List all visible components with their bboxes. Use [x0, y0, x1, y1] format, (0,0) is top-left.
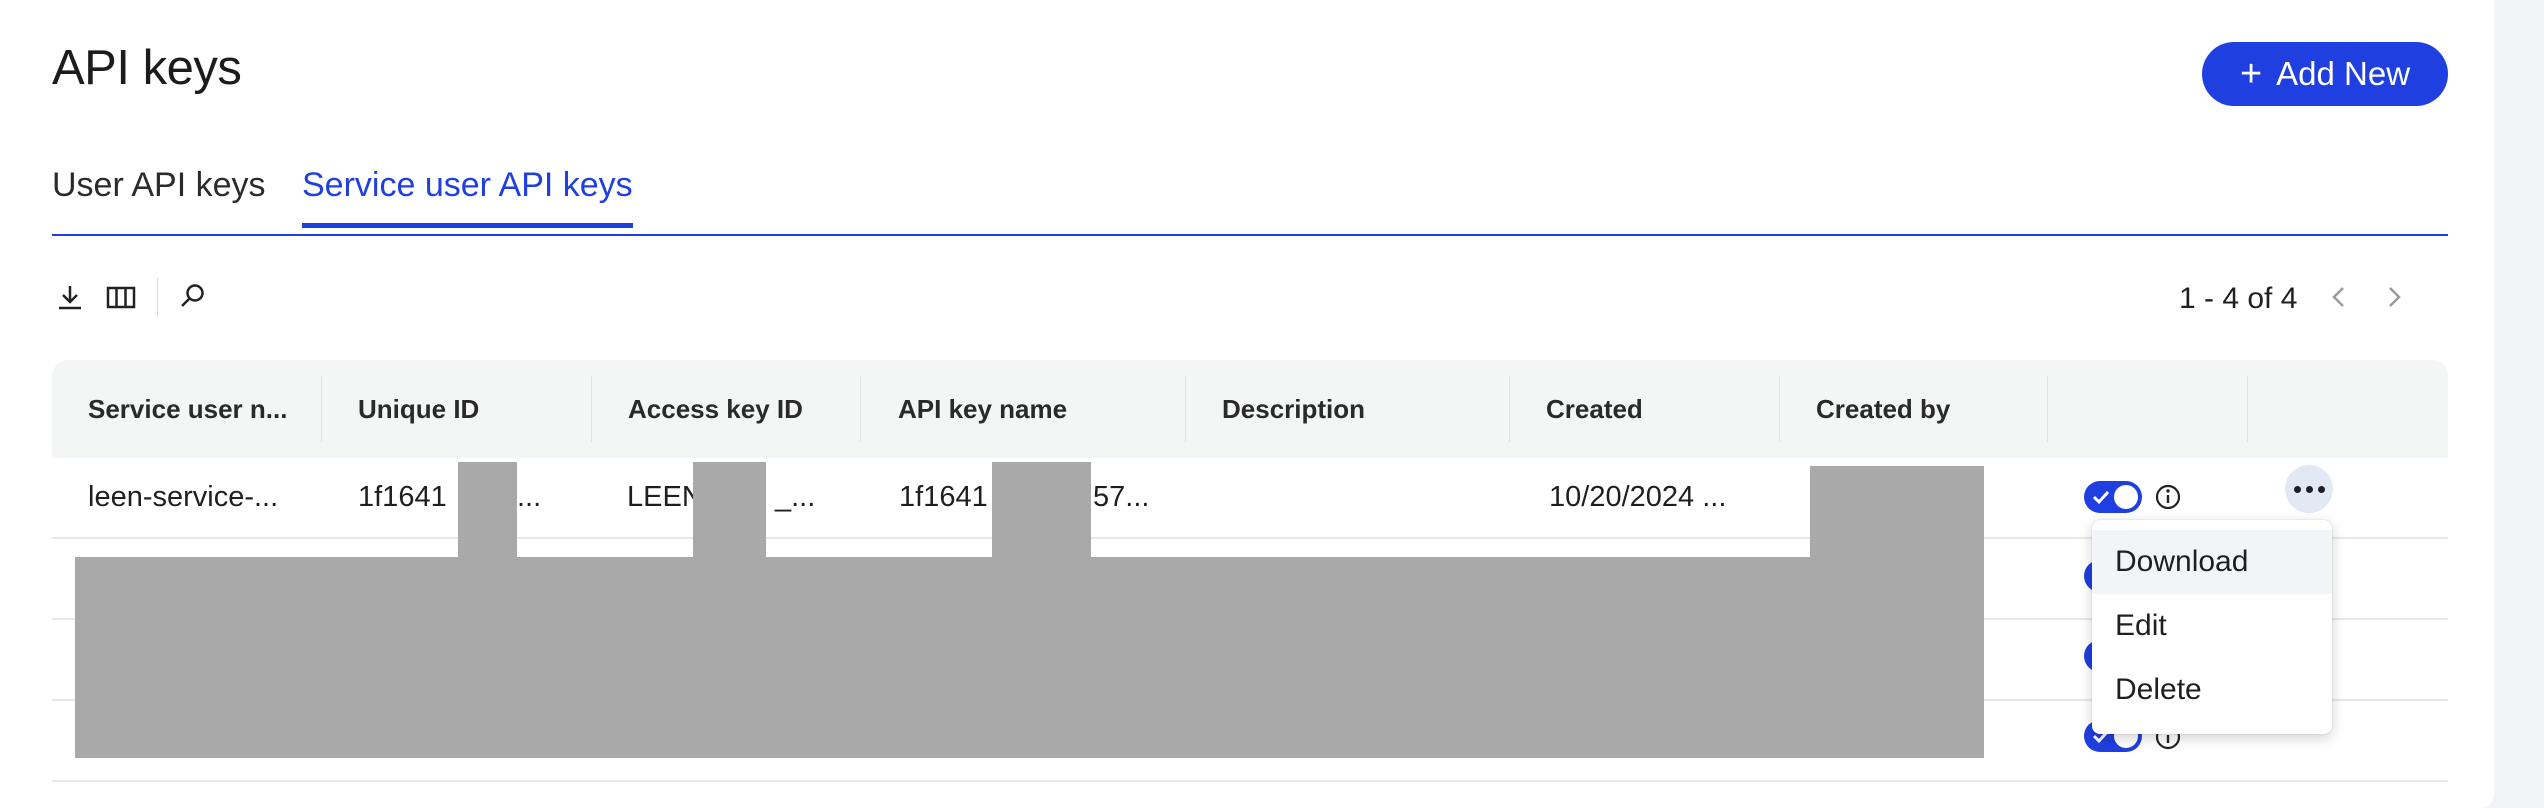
dot — [2317, 485, 2325, 493]
plus-icon: + — [2239, 53, 2263, 95]
column-separator — [1185, 376, 1186, 442]
page-title: API keys — [52, 41, 242, 95]
cell-api-key-name: 1f1641 — [899, 481, 988, 513]
tab-user-api-keys[interactable]: User API keys — [52, 166, 266, 225]
search-icon[interactable] — [175, 280, 209, 314]
toggle-knob — [2114, 485, 2138, 509]
column-header-service-user[interactable]: Service user n... — [88, 360, 287, 458]
menu-item-download[interactable]: Download — [2092, 530, 2332, 594]
cell-api-key-name-tail: 57... — [1093, 481, 1150, 513]
more-actions-button[interactable] — [2285, 465, 2333, 513]
redaction-block — [458, 462, 517, 560]
download-icon[interactable] — [53, 280, 87, 314]
add-new-label: Add New — [2276, 55, 2411, 92]
column-header-description[interactable]: Description — [1222, 360, 1365, 458]
row-actions-menu: Download Edit Delete — [2092, 520, 2332, 734]
menu-item-edit[interactable]: Edit — [2092, 594, 2332, 658]
cell-service-user: leen-service-... — [88, 481, 279, 513]
check-icon — [2092, 490, 2110, 505]
column-header-unique-id[interactable]: Unique ID — [358, 360, 479, 458]
cell-created: 10/20/2024 ... — [1549, 481, 1727, 513]
redaction-block — [75, 557, 1984, 758]
info-icon[interactable] — [2154, 483, 2182, 511]
cell-access-key-id: LEEN — [627, 481, 703, 513]
pagination-text: 1 - 4 of 4 — [2179, 282, 2298, 315]
api-keys-panel: API keys + Add New User API keys Service… — [0, 0, 2494, 808]
chevron-left-icon[interactable] — [2322, 280, 2356, 314]
redaction-block — [693, 462, 766, 560]
column-separator — [1509, 376, 1510, 442]
redaction-block — [1810, 466, 1984, 560]
column-header-created-by[interactable]: Created by — [1816, 360, 1950, 458]
tab-bar: User API keys Service user API keys — [52, 158, 2448, 236]
column-separator — [860, 376, 861, 442]
columns-icon[interactable] — [104, 280, 138, 314]
column-header-access-key-id[interactable]: Access key ID — [628, 360, 803, 458]
dot — [2305, 485, 2313, 493]
column-separator — [591, 376, 592, 442]
column-separator — [1779, 376, 1780, 442]
toolbar-divider — [157, 278, 158, 316]
redaction-block — [992, 462, 1091, 560]
cell-unique-id-ellipsis: ... — [517, 481, 542, 513]
column-separator — [2047, 376, 2048, 442]
menu-item-delete[interactable]: Delete — [2092, 658, 2332, 722]
cell-unique-id: 1f1641 — [358, 481, 447, 513]
column-header-created[interactable]: Created — [1546, 360, 1643, 458]
column-separator — [2247, 376, 2248, 442]
enable-toggle[interactable] — [2084, 481, 2142, 513]
chevron-right-icon[interactable] — [2377, 280, 2411, 314]
table-header: Service user n... Unique ID Access key I… — [52, 360, 2448, 458]
column-header-api-key-name[interactable]: API key name — [898, 360, 1067, 458]
tab-service-user-api-keys[interactable]: Service user API keys — [302, 166, 633, 228]
add-new-button[interactable]: + Add New — [2202, 42, 2448, 106]
column-separator — [321, 376, 322, 442]
cell-access-key-id-tail: _... — [775, 481, 816, 513]
dot — [2293, 485, 2301, 493]
